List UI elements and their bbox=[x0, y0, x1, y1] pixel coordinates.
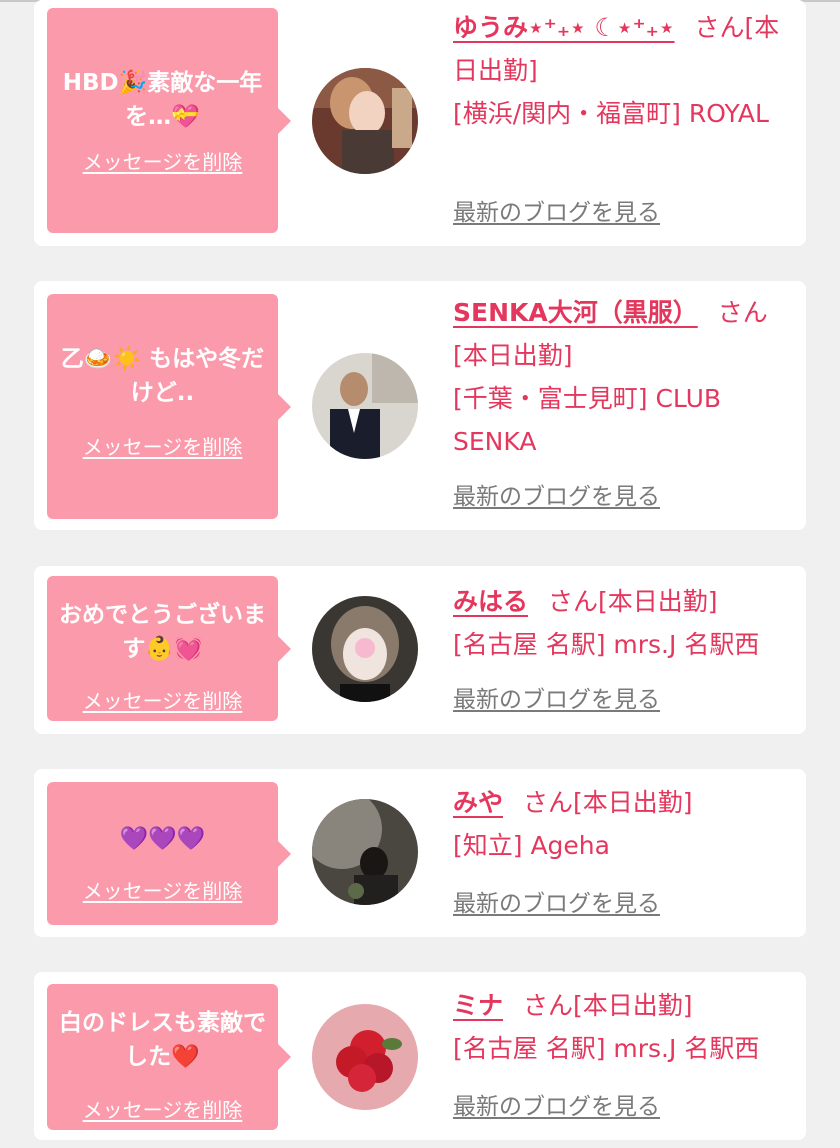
cast-location: [知立] Ageha bbox=[453, 831, 610, 860]
cast-info: ゆうみ⋆⁺₊⋆ ☾⋆⁺₊⋆ さん[本日出勤] [横浜/関内・福富町] ROYAL bbox=[453, 6, 788, 135]
message-card: HBD🎉素敵な一年を…💝 メッセージを削除 ゆうみ⋆⁺₊⋆ ☾⋆⁺₊⋆ さん[本日… bbox=[34, 0, 806, 246]
cast-status: さん[本日出勤] bbox=[523, 991, 693, 1020]
message-bubble: 💜💜💜 メッセージを削除 bbox=[47, 782, 291, 925]
avatar[interactable] bbox=[312, 68, 418, 174]
cast-name-link[interactable]: みはる bbox=[453, 587, 528, 616]
message-card: おめでとうございます👶💓 メッセージを削除 みはる さん[本日出勤] [名古屋 名… bbox=[34, 566, 806, 734]
message-card: 白のドレスも素敵でした❤️ メッセージを削除 ミナ さん[本日出勤] [名古屋 名… bbox=[34, 972, 806, 1140]
message-bubble: HBD🎉素敵な一年を…💝 メッセージを削除 bbox=[47, 8, 291, 233]
message-bubble: おめでとうございます👶💓 メッセージを削除 bbox=[47, 576, 291, 721]
avatar[interactable] bbox=[312, 1004, 418, 1110]
latest-blog-link[interactable]: 最新のブログを見る bbox=[453, 481, 660, 513]
cast-name-link[interactable]: SENKA大河（黒服） bbox=[453, 298, 698, 327]
cast-info: みはる さん[本日出勤] [名古屋 名駅] mrs.J 名駅西 bbox=[453, 580, 788, 666]
cast-location: [名古屋 名駅] mrs.J 名駅西 bbox=[453, 630, 760, 659]
latest-blog-link[interactable]: 最新のブログを見る bbox=[453, 684, 660, 716]
avatar[interactable] bbox=[312, 353, 418, 459]
message-text: HBD🎉素敵な一年を…💝 bbox=[62, 70, 263, 130]
message-bubble: 乙🍛☀️ もはや冬だけど.. メッセージを削除 bbox=[47, 294, 291, 519]
latest-blog-link[interactable]: 最新のブログを見る bbox=[453, 197, 660, 229]
avatar[interactable] bbox=[312, 799, 418, 905]
avatar[interactable] bbox=[312, 596, 418, 702]
cast-info: みや さん[本日出勤] [知立] Ageha bbox=[453, 781, 788, 867]
message-text: 乙🍛☀️ もはや冬だけど.. bbox=[60, 346, 265, 406]
cast-status: さん[本日出勤] bbox=[548, 587, 718, 616]
message-text: 白のドレスも素敵でした❤️ bbox=[59, 1010, 266, 1070]
delete-message-link[interactable]: メッセージを削除 bbox=[47, 433, 278, 461]
delete-message-link[interactable]: メッセージを削除 bbox=[47, 687, 278, 715]
delete-message-link[interactable]: メッセージを削除 bbox=[47, 1096, 278, 1124]
latest-blog-link[interactable]: 最新のブログを見る bbox=[453, 1091, 660, 1123]
latest-blog-link[interactable]: 最新のブログを見る bbox=[453, 888, 660, 920]
message-card: 💜💜💜 メッセージを削除 みや さん[本日出勤] [知立] Ageha 最新のブロ… bbox=[34, 769, 806, 937]
cast-name-link[interactable]: ゆうみ⋆⁺₊⋆ ☾⋆⁺₊⋆ bbox=[453, 13, 675, 42]
message-bubble: 白のドレスも素敵でした❤️ メッセージを削除 bbox=[47, 984, 291, 1130]
cast-info: SENKA大河（黒服） さん[本日出勤] [千葉・富士見町] CLUB SENKA bbox=[453, 291, 788, 463]
cast-location: [名古屋 名駅] mrs.J 名駅西 bbox=[453, 1034, 760, 1063]
delete-message-link[interactable]: メッセージを削除 bbox=[47, 148, 278, 176]
cast-status: さん[本日出勤] bbox=[523, 788, 693, 817]
cast-location: [千葉・富士見町] CLUB SENKA bbox=[453, 384, 722, 456]
cast-name-link[interactable]: ミナ bbox=[453, 991, 503, 1020]
message-text: おめでとうございます👶💓 bbox=[59, 602, 266, 662]
delete-message-link[interactable]: メッセージを削除 bbox=[47, 877, 278, 905]
cast-info: ミナ さん[本日出勤] [名古屋 名駅] mrs.J 名駅西 bbox=[453, 984, 788, 1070]
cast-name-link[interactable]: みや bbox=[453, 788, 503, 817]
cast-location: [横浜/関内・福富町] ROYAL bbox=[453, 99, 769, 128]
message-text: 💜💜💜 bbox=[119, 826, 206, 852]
message-card: 乙🍛☀️ もはや冬だけど.. メッセージを削除 SENKA大河（黒服） さん[本日… bbox=[34, 281, 806, 530]
